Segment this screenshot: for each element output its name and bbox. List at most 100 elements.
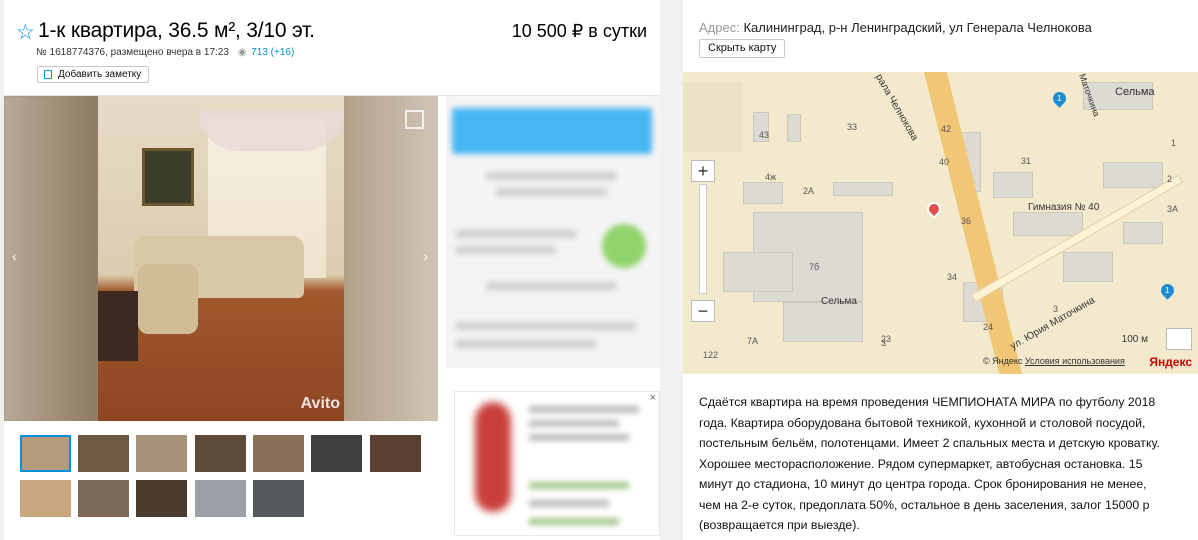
ad-line xyxy=(529,518,619,525)
marker-label: 1 xyxy=(1057,94,1062,103)
map-building xyxy=(1123,222,1163,244)
hide-map-button[interactable]: Скрыть карту xyxy=(699,39,786,58)
eye-icon: ◉ xyxy=(237,47,247,58)
ad-line xyxy=(456,322,636,330)
blurred-ad-top xyxy=(446,96,660,368)
poi-label: Гимназия № 40 xyxy=(1028,202,1100,213)
listing-price: 10 500 ₽ в сутки xyxy=(511,21,647,41)
address-card: Адрес: Калининград, р-н Ленинградский, у… xyxy=(683,0,1198,540)
terms-link[interactable]: Условия использования xyxy=(1025,356,1125,366)
poi-label: Сельма xyxy=(1115,86,1155,98)
map-building xyxy=(833,182,893,196)
ad-green-circle xyxy=(602,224,646,268)
thumbnail[interactable] xyxy=(311,435,362,472)
main-photo[interactable]: ‹ › Avito xyxy=(4,96,438,421)
chevron-left-icon[interactable]: ‹ xyxy=(12,248,17,264)
thumbnail[interactable] xyxy=(195,435,246,472)
copyright-text: © Яндекс xyxy=(983,356,1023,366)
ad-line xyxy=(529,500,609,507)
house-number: 4ж xyxy=(765,172,777,182)
map[interactable]: рала Челнокова ул. Юрия Маточкина Маточк… xyxy=(683,72,1198,374)
house-number: 7б xyxy=(809,262,820,272)
listing-id-date: № 1618774376, размещено вчера в 17:23 xyxy=(36,47,229,58)
thumbnail[interactable] xyxy=(136,480,187,517)
house-number: 43 xyxy=(759,130,770,140)
chevron-right-icon[interactable]: › xyxy=(423,248,428,264)
thumbnail[interactable] xyxy=(253,435,304,472)
map-building xyxy=(787,114,801,142)
sofa-corner-image xyxy=(138,264,198,334)
prev-photo-preview xyxy=(4,96,98,421)
ad-line xyxy=(456,230,576,238)
zoom-out-button[interactable]: − xyxy=(691,300,715,322)
ad-line xyxy=(529,420,619,427)
ad-line xyxy=(486,282,616,290)
address-value: Калининград, р-н Ленинградский, ул Генер… xyxy=(743,20,1092,35)
thumbnail[interactable] xyxy=(78,480,129,517)
ad-banner-button xyxy=(452,108,652,154)
ad-line xyxy=(529,434,629,441)
ad-line xyxy=(529,482,629,489)
thumbnail[interactable] xyxy=(136,435,187,472)
house-number: 2 xyxy=(1167,174,1173,184)
street-label: рала Челнокова xyxy=(872,72,920,143)
house-number: 1 xyxy=(1171,138,1177,148)
listing-description: Сдаётся квартира на время проведения ЧЕМ… xyxy=(699,395,1160,532)
listing-title: 1-к квартира, 36.5 м², 3/10 эт. xyxy=(38,19,315,42)
add-note-button[interactable]: Добавить заметку xyxy=(37,66,150,83)
fullscreen-icon[interactable] xyxy=(405,110,424,129)
listing-header: ☆ 1-к квартира, 36.5 м², 3/10 эт. 10 500… xyxy=(4,0,660,96)
listing-meta: № 1618774376, размещено вчера в 17:23 ◉ … xyxy=(36,47,294,58)
house-number: 24 xyxy=(983,322,994,332)
painting-image xyxy=(142,148,194,206)
thumbnail[interactable] xyxy=(78,435,129,472)
poi-label: Сельма xyxy=(821,296,857,307)
house-number: 36 xyxy=(961,216,972,226)
house-number: 3 xyxy=(1053,304,1059,314)
ruler-icon[interactable] xyxy=(1166,328,1192,350)
house-number: 7А xyxy=(747,336,759,346)
yandex-logo: Яндекс xyxy=(1149,355,1192,369)
ad-line xyxy=(456,340,596,348)
add-note-label: Добавить заметку xyxy=(58,69,142,80)
zoom-slider[interactable] xyxy=(699,184,707,294)
thumbnail[interactable] xyxy=(253,480,304,517)
thumbnail[interactable] xyxy=(370,435,421,472)
map-building xyxy=(993,172,1033,198)
house-number: 2А xyxy=(803,186,815,196)
address: Адрес: Калининград, р-н Ленинградский, у… xyxy=(699,20,1092,35)
house-number: 122 xyxy=(703,350,719,360)
favorite-star-icon[interactable]: ☆ xyxy=(16,20,35,45)
map-building xyxy=(783,302,863,342)
ad-image xyxy=(475,402,511,512)
crib-image xyxy=(98,291,138,361)
thumbnail[interactable] xyxy=(195,480,246,517)
map-building xyxy=(1013,212,1083,236)
thumbnail[interactable] xyxy=(20,480,71,517)
location-pin-icon[interactable] xyxy=(924,199,944,219)
map-building xyxy=(743,182,783,204)
curtain-image xyxy=(198,111,344,151)
map-copyright: © Яндекс Условия использования xyxy=(983,356,1125,366)
note-icon xyxy=(44,70,52,79)
house-number: 3 xyxy=(881,338,887,348)
room-image xyxy=(98,96,344,421)
house-number: 42 xyxy=(941,124,952,134)
listing-card: ☆ 1-к квартира, 36.5 м², 3/10 эт. 10 500… xyxy=(4,0,660,540)
thumbnail[interactable] xyxy=(20,435,71,472)
house-number: 33 xyxy=(847,122,858,132)
ad-line xyxy=(456,246,556,254)
close-icon[interactable]: × xyxy=(650,392,656,404)
views-count[interactable]: 713 (+16) xyxy=(251,47,294,58)
marker-label: 1 xyxy=(1165,286,1170,295)
map-area xyxy=(683,82,743,152)
map-building xyxy=(1063,252,1113,282)
address-label: Адрес: xyxy=(699,20,740,35)
house-number: 40 xyxy=(939,157,950,167)
avito-watermark: Avito xyxy=(300,395,340,412)
ad-line xyxy=(486,172,616,180)
map-building xyxy=(723,252,793,292)
ad-line xyxy=(496,188,606,196)
map-building xyxy=(1103,162,1163,188)
zoom-in-button[interactable]: + xyxy=(691,160,715,182)
